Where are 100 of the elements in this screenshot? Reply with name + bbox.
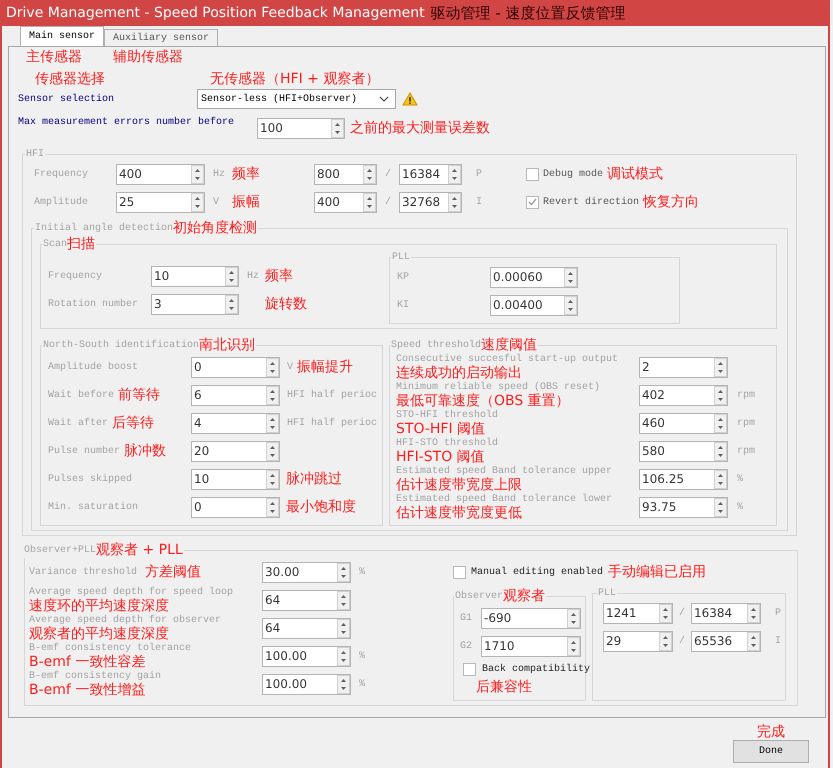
spin-field[interactable]: 460 — [639, 412, 728, 434]
field-label: KI — [397, 300, 410, 310]
stepper-icon[interactable] — [337, 646, 350, 666]
spin-field[interactable]: 64 — [262, 590, 351, 610]
annotation: 调试模式 — [607, 166, 664, 182]
stepper-icon[interactable] — [714, 442, 727, 460]
tab[interactable]: Main sensor — [20, 26, 104, 46]
field-label: Average speed depth for speed loop — [29, 586, 234, 598]
spin-field[interactable]: 402 — [639, 384, 728, 406]
group-title: PLL — [392, 252, 410, 263]
spin-field[interactable]: 100.00 — [262, 646, 351, 666]
spin-field[interactable]: 29 — [603, 630, 673, 652]
unit-label: V — [287, 362, 294, 372]
stepper-icon[interactable] — [337, 562, 350, 582]
spin-field[interactable]: 25 — [116, 192, 205, 212]
spin-field[interactable]: 4 — [191, 412, 280, 434]
stepper-icon[interactable] — [191, 192, 204, 212]
stepper-icon[interactable] — [266, 442, 279, 460]
spin-field[interactable]: 1710 — [481, 636, 581, 656]
annotation: 旋转数 — [265, 296, 307, 312]
annotation: 观察者 + PLL — [96, 542, 183, 558]
spin-field[interactable]: 0.00060 — [490, 266, 578, 288]
annotation: 后兼容性 — [476, 679, 532, 695]
spin-field[interactable]: 1241 — [603, 602, 673, 624]
spin-field[interactable]: 20 — [191, 440, 280, 462]
spin-field[interactable]: 64 — [262, 618, 351, 638]
stepper-icon[interactable] — [714, 414, 727, 432]
stepper-icon[interactable] — [567, 608, 580, 628]
unit-label: rpm — [737, 446, 756, 456]
spin-field[interactable]: -690 — [481, 608, 581, 628]
stepper-icon[interactable] — [564, 268, 577, 286]
stepper-icon[interactable] — [659, 604, 672, 622]
checkbox[interactable] — [463, 662, 476, 676]
stepper-icon[interactable] — [448, 164, 461, 184]
stepper-icon[interactable] — [337, 618, 350, 638]
field-label: Amplitude boost — [48, 362, 138, 372]
stepper-icon[interactable] — [714, 470, 727, 488]
spin-field[interactable]: 100.00 — [262, 674, 351, 694]
annotation: 脉冲跳过 — [286, 471, 342, 487]
spin-field[interactable]: 10 — [191, 468, 280, 490]
checkbox[interactable] — [526, 168, 539, 180]
annotation: 辅助传感器 — [113, 49, 183, 65]
annotation: 南北识别 — [199, 337, 256, 353]
annotation: 振幅提升 — [297, 359, 354, 375]
stepper-icon[interactable] — [363, 192, 376, 212]
spin-field[interactable]: 400 — [116, 164, 205, 184]
stepper-icon[interactable] — [659, 632, 672, 650]
spin-field[interactable]: 100 — [257, 118, 345, 138]
annotation: 恢复方向 — [643, 194, 700, 210]
spin-field[interactable]: 400 — [314, 192, 377, 212]
spin-field[interactable]: 65536 — [691, 630, 761, 652]
spin-field[interactable]: 32768 — [399, 192, 462, 212]
unit-label: HFI half perioc — [287, 418, 378, 428]
field-label: Max measurement errors number before — [18, 117, 236, 128]
spin-field[interactable]: 800 — [314, 164, 377, 184]
annotation: 驱动管理 - 速度位置反馈管理 — [430, 4, 626, 22]
spin-field[interactable]: 0.00400 — [490, 294, 578, 316]
sensor-dropdown[interactable]: Sensor-less (HFI+Observer) — [197, 89, 396, 109]
stepper-icon[interactable] — [225, 294, 238, 314]
stepper-icon[interactable] — [747, 604, 760, 622]
stepper-icon[interactable] — [337, 590, 350, 610]
field-label: STO-HFI threshold — [396, 410, 498, 420]
stepper-icon[interactable] — [331, 118, 344, 138]
spin-field[interactable]: 0 — [191, 496, 280, 518]
stepper-icon[interactable] — [714, 498, 727, 516]
spin-field[interactable]: 16384 — [399, 164, 462, 184]
spin-field[interactable]: 106.25 — [639, 468, 728, 490]
stepper-icon[interactable] — [564, 296, 577, 314]
annotation: 传感器选择 — [35, 71, 105, 87]
spin-field[interactable]: 580 — [639, 440, 728, 462]
stepper-icon[interactable] — [714, 358, 727, 376]
checkbox-label: Debug mode — [543, 168, 604, 180]
fraction-slash: / — [678, 636, 686, 646]
group-title: Initial angle detection — [35, 222, 174, 234]
stepper-icon[interactable] — [714, 386, 727, 404]
stepper-icon[interactable] — [448, 192, 461, 212]
stepper-icon[interactable] — [567, 636, 580, 656]
stepper-icon[interactable] — [191, 164, 204, 184]
stepper-icon[interactable] — [266, 414, 279, 432]
stepper-icon[interactable] — [337, 674, 350, 694]
stepper-icon[interactable] — [363, 164, 376, 184]
spin-field[interactable]: 16384 — [691, 602, 761, 624]
spin-field[interactable]: 10 — [151, 266, 239, 286]
stepper-icon[interactable] — [225, 266, 238, 286]
tab[interactable]: Auxiliary sensor — [104, 29, 218, 46]
spin-field[interactable]: 0 — [191, 356, 280, 378]
spin-field[interactable]: 93.75 — [639, 496, 728, 518]
done-button[interactable]: Done — [733, 740, 809, 763]
stepper-icon[interactable] — [747, 632, 760, 650]
spin-field[interactable]: 6 — [191, 384, 280, 406]
unit-label: % — [737, 474, 744, 484]
stepper-icon[interactable] — [266, 498, 279, 516]
stepper-icon[interactable] — [266, 470, 279, 488]
spin-field[interactable]: 30.00 — [262, 562, 351, 582]
spin-field[interactable]: 2 — [639, 356, 728, 378]
checkbox[interactable] — [453, 566, 466, 578]
spin-field[interactable]: 3 — [151, 294, 239, 314]
stepper-icon[interactable] — [266, 386, 279, 404]
stepper-icon[interactable] — [266, 358, 279, 376]
checkbox[interactable] — [526, 196, 539, 208]
